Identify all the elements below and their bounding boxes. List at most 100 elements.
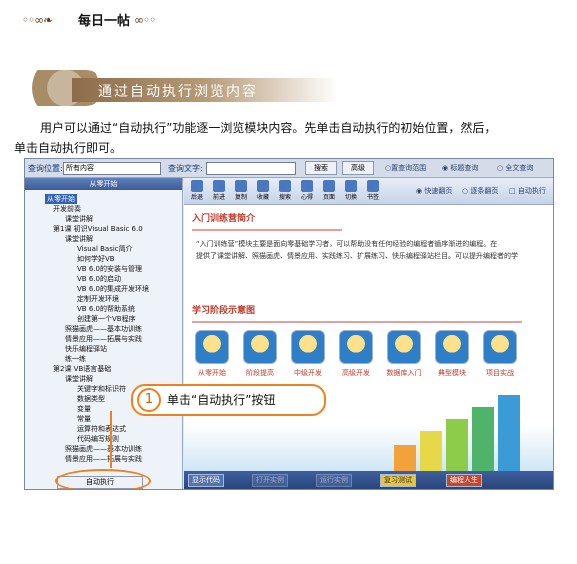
search-button[interactable]: 搜索 [305,161,337,175]
intro-text-line-2: 提供了课堂讲解、照猫画虎、情景应用、实践练习、扩展练习、快乐编程驿站栏目。可以提… [196,252,518,260]
page-icon [323,180,335,192]
copy-button[interactable]: 复制 [230,180,252,201]
bar-graphic [498,395,520,471]
open-example-button[interactable]: 打开实例 [252,474,288,487]
auto-execute-highlight [55,469,151,489]
tree-item[interactable]: 数据类型 [77,394,105,404]
search-icon [279,180,291,192]
advanced-button[interactable]: 高级 [342,161,374,175]
tree-item[interactable]: 课堂讲解 [65,214,93,224]
option-title-search[interactable]: ◉ 标题查询 [442,163,478,173]
notes-label: 心得 [300,194,313,201]
switch-label: 切换 [344,194,357,201]
stage-label: 阶段提高 [246,369,274,377]
tree-item[interactable]: 第2课 VB语言基础 [53,364,111,374]
query-text-label: 查询文字: [168,164,203,173]
stage-label: 数据库入门 [386,369,422,377]
header-title: 每日一帖 [78,14,131,29]
stage-label: 项目实战 [486,369,514,377]
bookmark-icon [367,180,379,192]
tree-item[interactable]: 课堂讲解 [65,234,93,244]
bar-graphic [472,407,494,471]
tree-item[interactable]: 情景应用——拓展与实践 [65,454,142,464]
intro-text-line-1: “入门训练营”模块主要是面向零基础学习者，可以帮助没有任何经验的编程者循序渐进的… [196,240,498,248]
query-text-input[interactable] [206,162,296,175]
favorite-button[interactable]: 收藏 [252,180,274,201]
content-pane: 入门训练营简介 “入门训练营”模块主要是面向零基础学习者，可以帮助没有任何经验的… [184,205,553,471]
tree-item[interactable]: 常量 [77,414,91,424]
tree-item[interactable]: VB 6.0的集成开发环境 [77,284,149,294]
bar-graphic [420,431,442,471]
option-auto-execute[interactable]: □ 自动执行 [509,186,546,196]
tree-item[interactable]: 代码编写规则 [77,434,119,444]
option-step-page[interactable]: ○ 逐条翻页 [462,186,498,196]
review-test-button[interactable]: 复习测试 [380,474,416,487]
tree-item[interactable]: 变量 [77,404,91,414]
section-banner: 通过自动执行浏览内容 [8,70,338,106]
tree-item[interactable]: 情景应用——拓展与实践 [65,334,142,344]
page-button[interactable]: 页面 [318,180,340,201]
search-tool-button[interactable]: 搜索 [274,180,296,201]
tree-item[interactable]: 运算符和表达式 [77,424,126,434]
forward-label: 前进 [212,194,225,201]
tree-item[interactable]: 课堂讲解 [65,374,93,384]
coding-life-button[interactable]: 编程人生 [446,474,482,487]
stage-project[interactable]: 项目实战 [480,330,520,378]
tree-item[interactable]: 照猫画虎——基本功训练 [65,324,142,334]
tree-item[interactable]: VB 6.0的安装与管理 [77,264,142,274]
student-icon [483,330,517,364]
stage-typical-module[interactable]: 典型模块 [432,330,472,378]
paragraph-line-2: 单击自动执行即可。 [14,141,123,155]
copy-label: 复制 [234,194,247,201]
tree-item[interactable]: 从零开始 [45,194,77,204]
option-fulltext-search[interactable]: ○ 全文查询 [497,163,533,173]
student-icon [291,330,325,364]
stage-improve[interactable]: 阶段提高 [240,330,280,378]
tree-item[interactable]: 关键字和标识符 [77,384,126,394]
stage-label: 从零开始 [198,369,226,377]
callout-connector [110,411,112,468]
stage-label: 典型模块 [438,369,466,377]
tree-item[interactable]: 照猫画虎——基本功训练 [65,444,142,454]
forward-button[interactable]: 前进 [208,180,230,201]
tree-item[interactable]: 第1课 初识Visual Basic 6.0 [53,224,143,234]
tree-item[interactable]: 定制开发环境 [77,294,119,304]
tree-title: 从零开始 [25,178,182,190]
stage-intermediate[interactable]: 中级开发 [288,330,328,378]
stage-advanced[interactable]: 高级开发 [336,330,376,378]
query-position-select[interactable]: 所有内容 [63,162,161,175]
query-toolbar: 查询位置: 所有内容 查询文字: 搜索 高级 ○置查询范围 ◉ 标题查询 ○ 全… [25,159,553,178]
tree-item[interactable]: VB 6.0的帮助系统 [77,304,135,314]
bookmark-button[interactable]: 书签 [362,180,384,201]
bar-graphic [446,419,468,471]
daily-tip-header: ◦◦∞❧ 每日一帖 ∞◦◦ [22,6,182,32]
tree-item[interactable]: 练一练 [65,354,86,364]
back-button[interactable]: 后退 [186,180,208,201]
step-callout: 1 单击“自动执行”按钮 [131,384,326,416]
tree-item[interactable]: 如何学好VB [77,254,115,264]
notes-icon [301,180,313,192]
switch-button[interactable]: 切换 [340,180,362,201]
switch-icon [345,180,357,192]
notes-button[interactable]: 心得 [296,180,318,201]
student-icon [339,330,373,364]
option-range[interactable]: ○置查询范围 [385,163,426,173]
student-icon [195,330,229,364]
icon-toolbar: 后退 前进 复制 收藏 搜索 心得 页面 切换 书签 ◉ 快速翻页 ○ 逐条翻页… [184,178,553,205]
step-number: 1 [137,388,161,412]
stage-label: 高级开发 [342,369,370,377]
section-stage-title: 学习阶段示意图 [192,301,522,323]
student-icon [435,330,469,364]
tree-item[interactable]: 快乐编程驿站 [65,344,107,354]
tree-item[interactable]: Visual Basic简介 [77,244,133,254]
stage-database[interactable]: 数据库入门 [384,330,424,378]
tree-item[interactable]: 创建第一个VB程序 [77,314,136,324]
back-label: 后退 [190,194,203,201]
search-label: 搜索 [278,194,291,201]
show-code-button[interactable]: 显示代码 [188,474,224,487]
stage-from-zero[interactable]: 从零开始 [192,330,232,378]
run-example-button[interactable]: 运行实例 [316,474,352,487]
option-quick-page[interactable]: ◉ 快速翻页 [416,186,452,196]
tree-item[interactable]: VB 6.0的启动 [77,274,121,284]
tree-item[interactable]: 开发前奏 [53,204,81,214]
